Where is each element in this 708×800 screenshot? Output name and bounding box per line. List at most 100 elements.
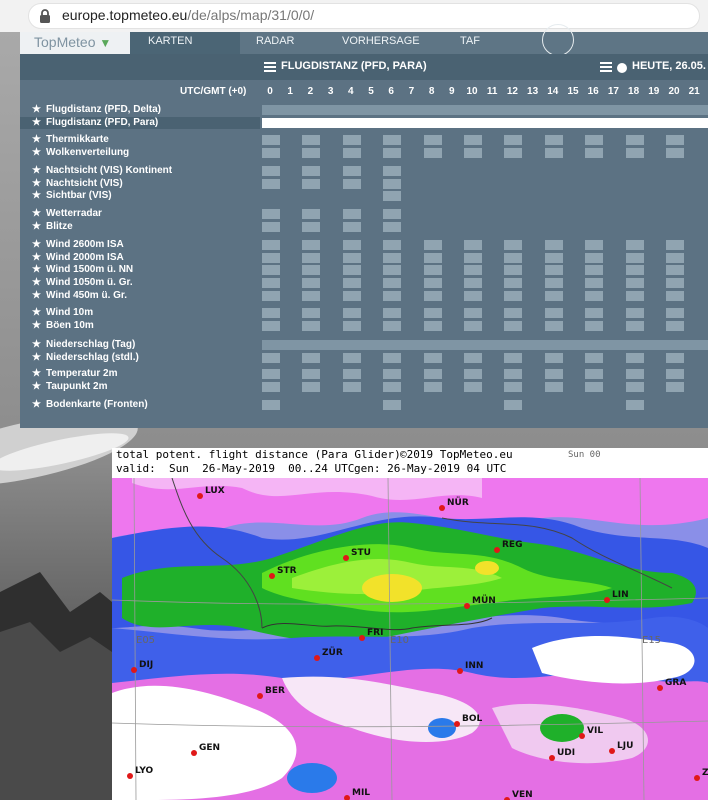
favorite-star-icon[interactable]: ★ bbox=[32, 339, 46, 350]
time-cell[interactable] bbox=[262, 353, 280, 363]
time-cell[interactable] bbox=[544, 369, 563, 379]
time-cell[interactable] bbox=[302, 148, 321, 158]
hour-label[interactable]: 15 bbox=[563, 86, 583, 97]
time-cell[interactable] bbox=[464, 291, 482, 301]
favorite-star-icon[interactable]: ★ bbox=[32, 381, 46, 392]
time-bar[interactable] bbox=[262, 340, 708, 350]
map-type-row[interactable]: ★ Wind 1500m ü. NN bbox=[32, 264, 133, 275]
menu-icon[interactable] bbox=[264, 62, 276, 72]
time-cell[interactable] bbox=[666, 253, 684, 263]
map-type-row[interactable]: ★ Wind 2000m ISA bbox=[32, 252, 124, 263]
time-cell[interactable] bbox=[383, 382, 402, 392]
hour-label[interactable]: 14 bbox=[543, 86, 563, 97]
hour-label[interactable]: 4 bbox=[341, 86, 361, 97]
time-cell[interactable] bbox=[504, 135, 523, 145]
time-cell[interactable] bbox=[383, 291, 402, 301]
map-type-row[interactable]: ★ Wetterradar bbox=[32, 208, 102, 219]
favorite-star-icon[interactable]: ★ bbox=[32, 277, 46, 288]
favorite-star-icon[interactable]: ★ bbox=[32, 320, 46, 331]
time-cell[interactable] bbox=[625, 278, 644, 288]
hour-label[interactable]: 9 bbox=[442, 86, 462, 97]
time-cell[interactable] bbox=[383, 222, 402, 232]
map-type-row[interactable]: ★ Flugdistanz (PFD, Delta) bbox=[32, 104, 161, 115]
favorite-star-icon[interactable]: ★ bbox=[32, 352, 46, 363]
map-type-row[interactable]: ★ Niederschlag (stdl.) bbox=[32, 352, 139, 363]
time-cell[interactable] bbox=[383, 135, 402, 145]
time-cell[interactable] bbox=[544, 353, 563, 363]
map-type-row[interactable]: ★ Wolkenverteilung bbox=[32, 147, 129, 158]
time-cell[interactable] bbox=[666, 135, 684, 145]
time-cell[interactable] bbox=[504, 291, 523, 301]
time-cell[interactable] bbox=[262, 240, 280, 250]
time-cell[interactable] bbox=[464, 369, 482, 379]
time-cell[interactable] bbox=[585, 278, 604, 288]
time-cell[interactable] bbox=[464, 135, 482, 145]
favorite-star-icon[interactable]: ★ bbox=[32, 399, 46, 410]
time-cell[interactable] bbox=[302, 321, 321, 331]
hour-label[interactable]: 2 bbox=[300, 86, 320, 97]
time-cell[interactable] bbox=[464, 265, 482, 275]
time-cell[interactable] bbox=[302, 240, 321, 250]
hour-label[interactable]: 20 bbox=[664, 86, 684, 97]
time-cell[interactable] bbox=[544, 240, 563, 250]
time-cell[interactable] bbox=[585, 253, 604, 263]
time-cell[interactable] bbox=[302, 265, 321, 275]
time-cell[interactable] bbox=[262, 400, 280, 410]
date-label[interactable]: HEUTE, 26.05. bbox=[632, 60, 706, 72]
time-cell[interactable] bbox=[504, 369, 523, 379]
time-cell[interactable] bbox=[302, 291, 321, 301]
time-cell[interactable] bbox=[666, 148, 684, 158]
time-cell[interactable] bbox=[585, 353, 604, 363]
time-cell[interactable] bbox=[625, 353, 644, 363]
time-cell[interactable] bbox=[625, 400, 644, 410]
time-cell[interactable] bbox=[504, 353, 523, 363]
time-cell[interactable] bbox=[342, 382, 361, 392]
time-cell[interactable] bbox=[262, 265, 280, 275]
time-cell[interactable] bbox=[342, 209, 361, 219]
favorite-star-icon[interactable]: ★ bbox=[32, 264, 46, 275]
favorite-star-icon[interactable]: ★ bbox=[32, 190, 46, 201]
hour-label[interactable]: 5 bbox=[361, 86, 381, 97]
hour-label[interactable]: 18 bbox=[624, 86, 644, 97]
time-cell[interactable] bbox=[342, 369, 361, 379]
time-cell[interactable] bbox=[423, 278, 442, 288]
time-cell[interactable] bbox=[302, 179, 321, 189]
map-type-row[interactable]: ★ Nachtsicht (VIS) Kontinent bbox=[32, 165, 172, 176]
time-cell[interactable] bbox=[625, 265, 644, 275]
time-cell[interactable] bbox=[625, 382, 644, 392]
time-cell[interactable] bbox=[464, 278, 482, 288]
map-type-row[interactable]: ★ Wind 2600m ISA bbox=[32, 239, 124, 250]
time-cell[interactable] bbox=[504, 400, 523, 410]
time-cell[interactable] bbox=[302, 209, 321, 219]
time-cell[interactable] bbox=[544, 278, 563, 288]
hour-label[interactable]: 21 bbox=[684, 86, 704, 97]
time-cell[interactable] bbox=[423, 308, 442, 318]
time-cell[interactable] bbox=[625, 321, 644, 331]
time-cell[interactable] bbox=[464, 382, 482, 392]
time-cell[interactable] bbox=[342, 265, 361, 275]
time-cell[interactable] bbox=[585, 382, 604, 392]
time-cell[interactable] bbox=[464, 253, 482, 263]
time-cell[interactable] bbox=[342, 291, 361, 301]
time-cell[interactable] bbox=[342, 148, 361, 158]
time-cell[interactable] bbox=[625, 148, 644, 158]
time-cell[interactable] bbox=[625, 253, 644, 263]
time-cell[interactable] bbox=[302, 135, 321, 145]
time-cell[interactable] bbox=[262, 209, 280, 219]
time-cell[interactable] bbox=[464, 148, 482, 158]
map-type-row[interactable]: ★ Flugdistanz (PFD, Para) bbox=[32, 117, 158, 128]
time-cell[interactable] bbox=[302, 222, 321, 232]
time-cell[interactable] bbox=[342, 253, 361, 263]
favorite-star-icon[interactable]: ★ bbox=[32, 368, 46, 379]
favorite-star-icon[interactable]: ★ bbox=[32, 221, 46, 232]
time-cell[interactable] bbox=[262, 308, 280, 318]
time-cell[interactable] bbox=[342, 135, 361, 145]
time-cell[interactable] bbox=[666, 240, 684, 250]
time-cell[interactable] bbox=[585, 321, 604, 331]
time-cell[interactable] bbox=[666, 353, 684, 363]
time-cell[interactable] bbox=[262, 135, 280, 145]
hour-label[interactable]: 3 bbox=[321, 86, 341, 97]
time-cell[interactable] bbox=[302, 369, 321, 379]
favorite-star-icon[interactable]: ★ bbox=[32, 165, 46, 176]
time-cell[interactable] bbox=[544, 253, 563, 263]
